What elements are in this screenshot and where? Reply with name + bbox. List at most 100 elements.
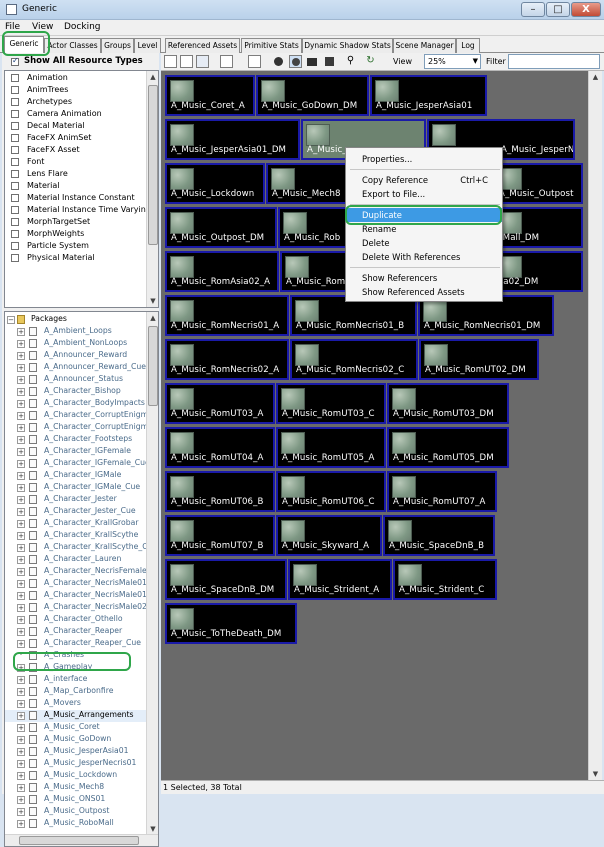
collapse-icon[interactable]: − (7, 316, 15, 324)
expand-icon[interactable]: + (17, 340, 25, 348)
expand-icon[interactable]: + (17, 700, 25, 708)
expand-icon[interactable]: + (17, 796, 25, 804)
show-all-checkbox[interactable] (11, 56, 19, 66)
tab-primitive-stats[interactable]: Primitive Stats (241, 38, 302, 53)
type-row[interactable]: Particle System (5, 241, 147, 253)
filter-input[interactable] (508, 54, 600, 69)
scrollbar-thumb[interactable] (148, 326, 158, 406)
scroll-up-icon[interactable]: ▲ (147, 312, 158, 324)
close-button[interactable]: X (571, 2, 601, 17)
scroll-up-icon[interactable]: ▲ (147, 71, 158, 83)
asset-tile[interactable]: A_Music_Coret_A (165, 75, 255, 116)
type-checkbox[interactable] (11, 122, 19, 130)
expand-icon[interactable]: + (17, 556, 25, 564)
expand-icon[interactable]: + (17, 580, 25, 588)
expand-icon[interactable]: + (17, 508, 25, 516)
font-icon[interactable] (248, 55, 261, 68)
asset-tile[interactable]: A_Music_RomUT03_DM (387, 383, 509, 424)
package-item[interactable]: + A_Character_KrallScythe_Cu (5, 542, 147, 554)
tab-referenced-assets[interactable]: Referenced Assets (165, 38, 240, 53)
asset-tile[interactable]: A_Music_RomUT06_C (276, 471, 386, 512)
expand-icon[interactable]: + (17, 592, 25, 600)
asset-tile[interactable]: A_Music_Lockdown (165, 163, 265, 204)
package-item[interactable]: + A_Ambient_Loops (5, 326, 147, 338)
type-checkbox[interactable] (11, 146, 19, 154)
menu-view[interactable]: View (32, 22, 53, 32)
menu-docking[interactable]: Docking (64, 22, 101, 32)
package-item[interactable]: + A_Announcer_Reward (5, 350, 147, 362)
expand-icon[interactable]: + (17, 328, 25, 336)
asset-grid-scrollbar[interactable]: ▲ ▼ (588, 71, 602, 780)
scrollbar-thumb[interactable] (148, 85, 158, 245)
expand-icon[interactable]: + (17, 568, 25, 576)
package-item[interactable]: + A_Ambient_NonLoops (5, 338, 147, 350)
package-item[interactable]: · A_Crashes (5, 650, 147, 662)
cube-primitive-icon[interactable] (323, 55, 336, 68)
expand-icon[interactable]: + (17, 472, 25, 480)
package-item[interactable]: + A_Gameplay (5, 662, 147, 674)
package-item[interactable]: + A_Character_IGFemale (5, 446, 147, 458)
type-row[interactable]: Decal Material (5, 121, 147, 133)
asset-tile[interactable]: A_Music_RomUT05_DM (387, 427, 509, 468)
package-item[interactable]: + A_Character_CorruptEnigma (5, 422, 147, 434)
type-checkbox[interactable] (11, 182, 19, 190)
type-row[interactable]: Material Instance Constant (5, 193, 147, 205)
view-split-icon[interactable] (196, 55, 209, 68)
type-row[interactable]: Archetypes (5, 97, 147, 109)
package-item[interactable]: + A_Music_JesperNecris01 (5, 758, 147, 770)
asset-tile[interactable]: A_Music_RomUT06_B (165, 471, 275, 512)
asset-tile[interactable]: A_Music_GoDown_DM (256, 75, 369, 116)
asset-tile[interactable]: A_Music_RomNecris02_A (165, 339, 289, 380)
package-item[interactable]: + A_Music_RoboMall (5, 818, 147, 830)
expand-icon[interactable]: + (17, 616, 25, 624)
type-row[interactable]: Animation (5, 73, 147, 85)
asset-tile[interactable]: A_Music_RomUT07_B (165, 515, 275, 556)
package-item[interactable]: + A_Character_IGFemale_Cue (5, 458, 147, 470)
asset-tile[interactable]: A_Music_RomUT03_C (276, 383, 386, 424)
package-item[interactable]: + A_Character_NecrisMale02 (5, 602, 147, 614)
menu-item-delete[interactable]: Delete (346, 236, 502, 250)
asset-tile[interactable]: A_Music_Outpost (493, 163, 583, 204)
package-item[interactable]: + A_Character_Footsteps (5, 434, 147, 446)
menu-item-rename[interactable]: Rename (346, 222, 502, 236)
expand-icon[interactable]: + (17, 628, 25, 636)
asset-tile[interactable]: A_Music_RomUT04_A (165, 427, 275, 468)
expand-icon[interactable]: + (17, 424, 25, 432)
asset-tile[interactable]: A_Music_RomUT05_A (276, 427, 386, 468)
asset-tile[interactable]: A_Music_Skyward_A (276, 515, 382, 556)
type-list-scrollbar[interactable]: ▲ ▼ (146, 71, 158, 307)
cylinder-primitive-icon[interactable] (289, 55, 302, 68)
asset-tile[interactable]: A_Music_JesperAsia01_DM (165, 119, 300, 160)
expand-icon[interactable]: + (17, 640, 25, 648)
package-item[interactable]: + A_Character_Jester (5, 494, 147, 506)
scroll-up-icon[interactable]: ▲ (589, 71, 602, 83)
package-item[interactable]: + A_Character_NecrisMale01 (5, 578, 147, 590)
expand-icon[interactable]: + (17, 772, 25, 780)
expand-icon[interactable]: + (17, 448, 25, 456)
tab-level[interactable]: Level (134, 38, 161, 53)
package-item[interactable]: + A_Character_Lauren (5, 554, 147, 566)
asset-tile[interactable]: A_Music_RomAsia02_A (165, 251, 279, 292)
type-row[interactable]: FaceFX Asset (5, 145, 147, 157)
type-checkbox[interactable] (11, 242, 19, 250)
asset-tile[interactable]: A_Music_Strident_C (393, 559, 497, 600)
expand-icon[interactable]: + (17, 400, 25, 408)
package-item[interactable]: + A_Announcer_Reward_Cue (5, 362, 147, 374)
menu-file[interactable]: File (5, 22, 20, 32)
tab-scene-manager[interactable]: Scene Manager (393, 38, 456, 53)
package-item[interactable]: + A_Character_Reaper (5, 626, 147, 638)
view-grid-icon[interactable] (164, 55, 177, 68)
asset-tile[interactable]: A_Music_Mech8 (266, 163, 356, 204)
type-checkbox[interactable] (11, 206, 19, 214)
asset-tile[interactable]: A_Music_JesperAsia01 (370, 75, 487, 116)
menu-item-show-referencers[interactable]: Show Referencers (346, 271, 502, 285)
package-item[interactable]: + A_Character_Bishop (5, 386, 147, 398)
package-item[interactable]: + A_interface (5, 674, 147, 686)
package-item[interactable]: + A_Music_Lockdown (5, 770, 147, 782)
package-tree-scrollbar[interactable]: ▲ ▼ (146, 312, 158, 835)
package-item[interactable]: + A_Music_Coret (5, 722, 147, 734)
type-checkbox[interactable] (11, 110, 19, 118)
package-item[interactable]: + A_Character_IGMale_Cue (5, 482, 147, 494)
package-item[interactable]: + A_Map_Carbonfire (5, 686, 147, 698)
zoom-select[interactable]: 25% ▼ (424, 54, 481, 69)
